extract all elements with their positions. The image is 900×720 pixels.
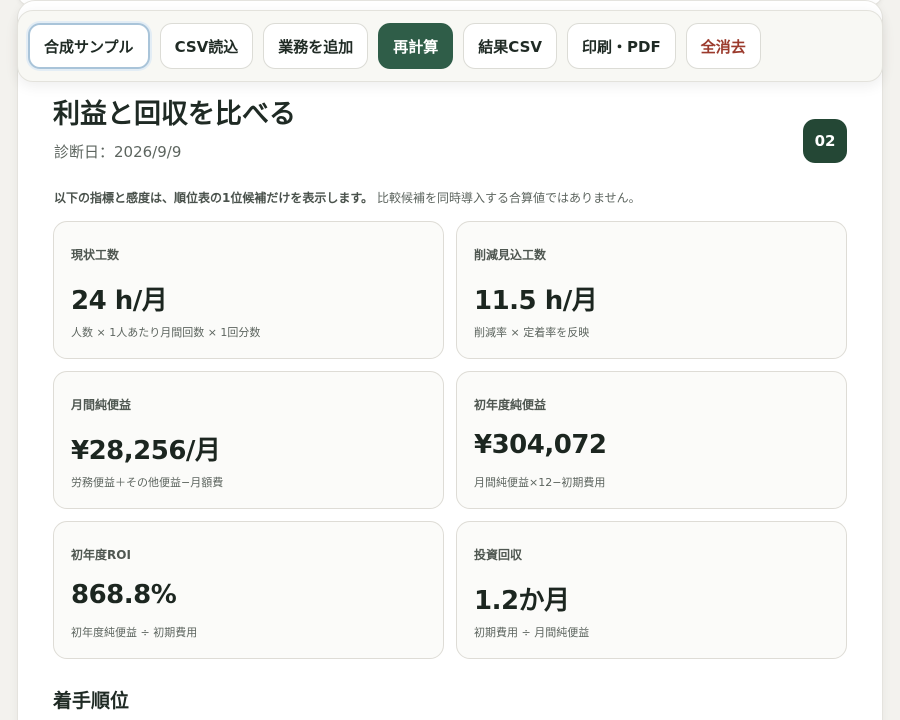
metric-value: 24 h/月 xyxy=(71,286,168,316)
add-task-button[interactable]: 業務を追加 xyxy=(263,23,369,69)
metric-value: ¥304,072 xyxy=(474,430,607,460)
metric-card-current-hours: 現状工数 24 h/月 人数 × 1人あたり月間回数 × 1回分数 xyxy=(53,221,444,359)
metric-card-reduced-hours: 削減見込工数 11.5 h/月 削減率 × 定着率を反映 xyxy=(456,221,847,359)
metric-note: 人数 × 1人あたり月間回数 × 1回分数 xyxy=(71,326,261,339)
metric-value: 1.2か月 xyxy=(474,586,570,616)
notice-rest: 比較候補を同時導入する合算値ではありません。 xyxy=(376,191,641,205)
metric-card-first-year-roi: 初年度ROI 868.8% 初年度純便益 ÷ 初期費用 xyxy=(53,521,444,659)
metric-label: 削減見込工数 xyxy=(474,248,547,262)
notice-strong: 以下の指標と感度は、順位表の1位候補だけを表示します。 xyxy=(54,191,374,205)
metric-note: 初年度純便益 ÷ 初期費用 xyxy=(71,626,198,639)
metric-card-payback: 投資回収 1.2か月 初期費用 ÷ 月間純便益 xyxy=(456,521,847,659)
clear-all-button[interactable]: 全消去 xyxy=(685,23,761,69)
metric-value: ¥28,256/月 xyxy=(71,436,221,466)
metric-label: 投資回収 xyxy=(474,548,523,562)
metric-label: 初年度ROI xyxy=(71,548,131,562)
priority-section-title: 着手順位 xyxy=(53,690,130,712)
page-title: 利益と回収を比べる xyxy=(53,99,296,130)
synthetic-sample-button[interactable]: 合成サンプル xyxy=(28,23,150,69)
metric-label: 月間純便益 xyxy=(71,398,132,412)
metric-label: 現状工数 xyxy=(71,248,120,262)
metric-note: 削減率 × 定着率を反映 xyxy=(474,326,590,339)
print-pdf-button[interactable]: 印刷・PDF xyxy=(567,23,676,69)
metric-note: 労務便益＋その他便益−月額費 xyxy=(71,476,224,489)
metric-card-first-year-net-benefit: 初年度純便益 ¥304,072 月間純便益×12−初期費用 xyxy=(456,371,847,509)
metric-note: 初期費用 ÷ 月間純便益 xyxy=(474,626,590,639)
metric-label: 初年度純便益 xyxy=(474,398,547,412)
metric-value: 868.8% xyxy=(71,580,177,610)
step-badge: 02 xyxy=(803,119,847,163)
action-toolbar: 合成サンプル CSV読込 業務を追加 再計算 結果CSV 印刷・PDF 全消去 xyxy=(17,10,883,82)
metric-card-monthly-net-benefit: 月間純便益 ¥28,256/月 労務便益＋その他便益−月額費 xyxy=(53,371,444,509)
recalculate-button[interactable]: 再計算 xyxy=(378,23,454,69)
result-csv-button[interactable]: 結果CSV xyxy=(463,23,557,69)
metric-note: 月間純便益×12−初期費用 xyxy=(474,476,606,489)
diagnosis-date: 診断日：2026/9/9 xyxy=(54,143,182,161)
metric-value: 11.5 h/月 xyxy=(474,286,598,316)
csv-import-button[interactable]: CSV読込 xyxy=(159,23,254,69)
notice-text: 以下の指標と感度は、順位表の1位候補だけを表示します。 比較候補を同時導入する合… xyxy=(54,189,641,206)
